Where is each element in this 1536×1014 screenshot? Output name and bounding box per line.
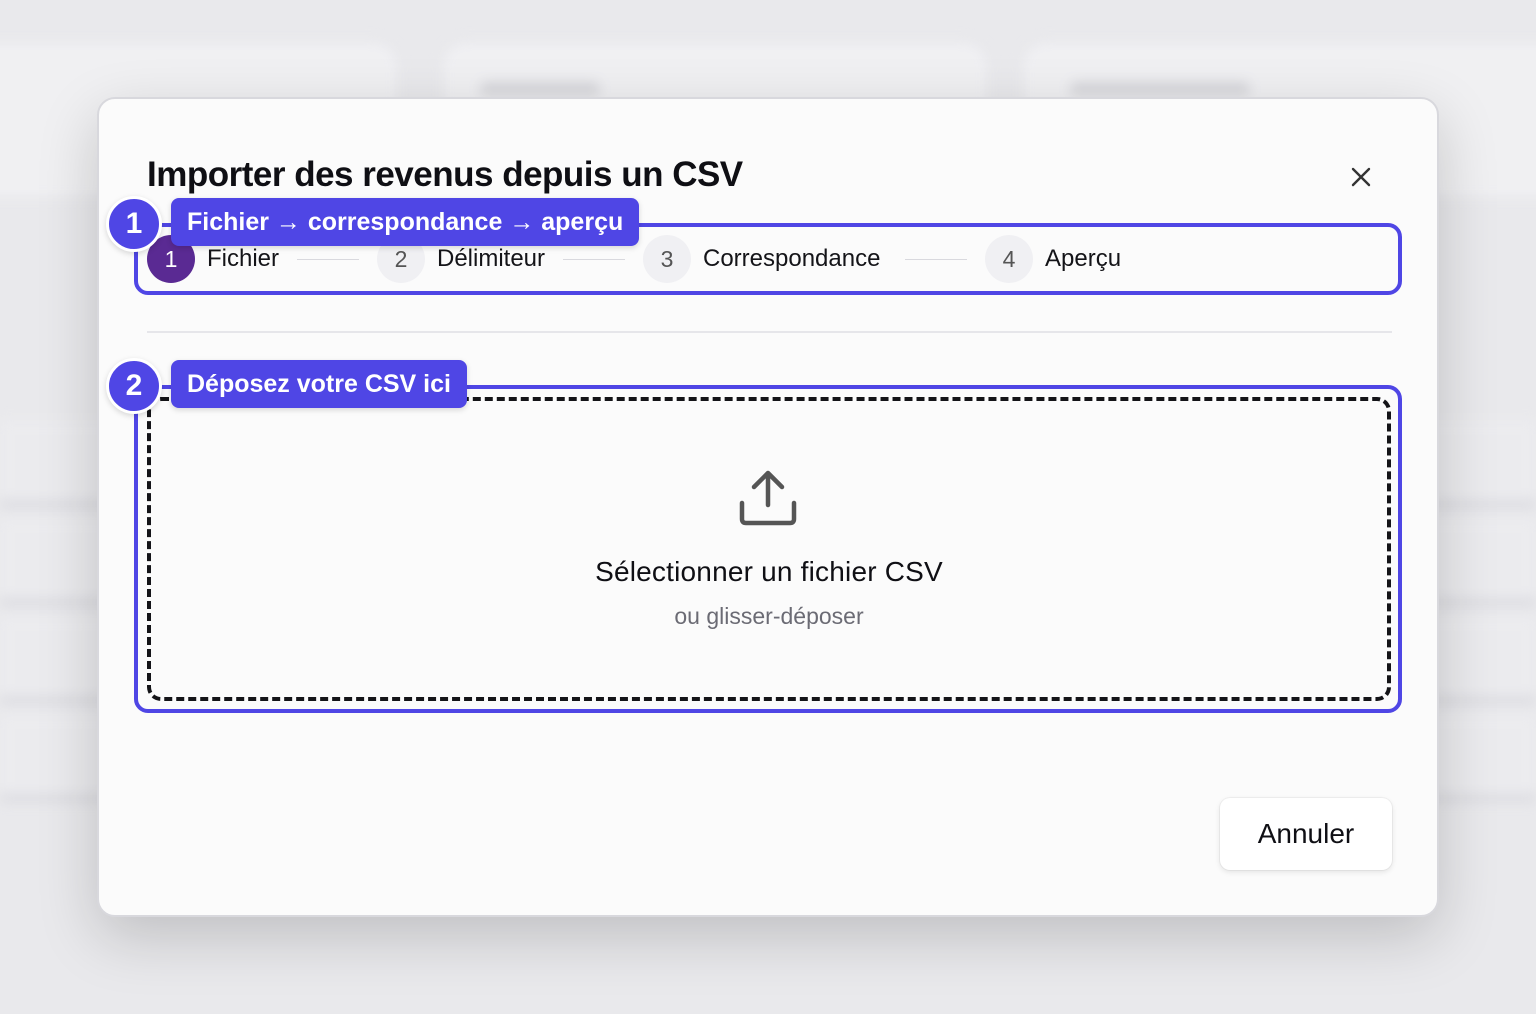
modal-title: Importer des revenus depuis un CSV — [147, 155, 743, 194]
annotation-badge: 1 — [106, 196, 162, 252]
annotation-box-dropzone — [134, 385, 1402, 713]
divider — [147, 331, 1392, 333]
cancel-button[interactable]: Annuler — [1220, 798, 1392, 870]
annotation-badge: 2 — [106, 358, 162, 414]
annotation-label: Déposez votre CSV ici — [171, 360, 467, 408]
close-icon — [1351, 167, 1371, 187]
background-text-placeholder — [480, 82, 600, 96]
background-text-placeholder — [1070, 82, 1250, 96]
annotation-label: Fichier → correspondance → aperçu — [171, 198, 640, 246]
close-button[interactable] — [1343, 159, 1379, 195]
